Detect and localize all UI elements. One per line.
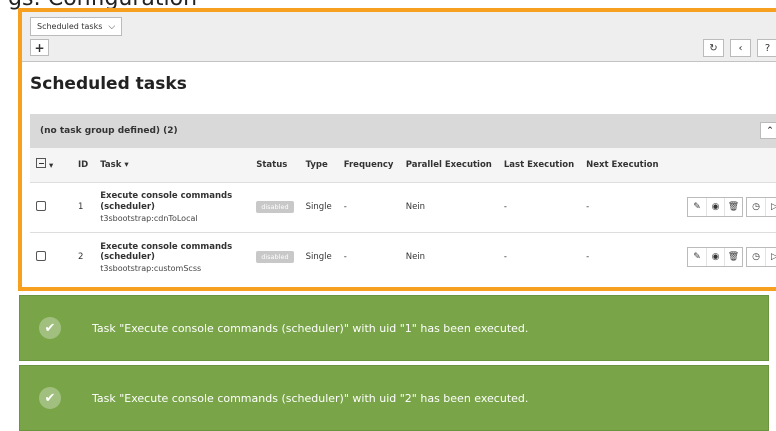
row-last: - — [503, 252, 507, 263]
success-alert: ✔ Task "Execute console commands (schedu… — [19, 295, 769, 361]
row-id: 1 — [78, 202, 84, 212]
add-task-button[interactable]: + — [30, 39, 49, 56]
reload-icon[interactable]: ↻ — [703, 39, 724, 57]
task-group-title: (no task group defined) (2) — [40, 126, 178, 136]
row-checkbox[interactable] — [36, 250, 46, 261]
doc-header: Scheduled tasks ⌵ + ↻ ‹ ? — [22, 12, 776, 62]
row-type: Single — [305, 202, 332, 212]
row-last: - — [503, 202, 507, 212]
row-checkbox[interactable] — [36, 200, 46, 211]
alert-message: Task "Execute console commands (schedule… — [92, 321, 529, 335]
select-menu-caret-icon[interactable]: ▾ — [49, 161, 53, 171]
success-alert: ✔ Task "Execute console commands (schedu… — [19, 365, 769, 431]
trash-icon[interactable]: 🗑 — [724, 198, 742, 216]
row-frequency: - — [343, 252, 347, 263]
status-badge: disabled — [256, 251, 294, 264]
row-actions: ✎ ◉ 🗑 ◷ ▷ — [678, 247, 776, 268]
col-parallel: Parallel Execution — [405, 159, 492, 170]
col-status: Status — [256, 159, 288, 170]
col-last: Last Execution — [503, 159, 575, 170]
alert-message: Task "Execute console commands (schedule… — [92, 391, 529, 405]
col-next: Next Execution — [586, 159, 659, 170]
status-badge: disabled — [256, 201, 294, 213]
page-title: Scheduled tasks — [30, 74, 187, 94]
task-subtitle: t3sbootstrap:cdnToLocal — [100, 213, 198, 223]
checkmark-icon: ✔ — [39, 387, 61, 409]
task-title[interactable]: Execute console commands (scheduler) — [100, 242, 244, 263]
edit-actions: ✎ ◉ 🗑 — [687, 197, 743, 217]
trash-icon[interactable]: 🗑 — [724, 248, 742, 267]
clock-icon[interactable]: ◷ — [747, 198, 765, 216]
row-type: Single — [305, 252, 332, 263]
module-select-label: Scheduled tasks — [37, 22, 103, 31]
share-icon[interactable]: ‹ — [730, 39, 751, 57]
select-all-checkbox[interactable] — [36, 158, 46, 169]
row-next: - — [586, 252, 590, 263]
table-row: 1 Execute console commands (scheduler) t… — [30, 182, 776, 232]
table-row: 2 Execute console commands (scheduler) t… — [30, 232, 776, 282]
scheduler-module-frame: Scheduled tasks ⌵ + ↻ ‹ ? Scheduled task… — [18, 8, 776, 291]
col-frequency: Frequency — [343, 159, 394, 170]
edit-actions: ✎ ◉ 🗑 — [687, 247, 743, 268]
play-icon[interactable]: ▷ — [765, 198, 776, 216]
row-next: - — [586, 202, 590, 212]
task-title[interactable]: Execute console commands (scheduler) — [100, 191, 244, 212]
task-subtitle: t3sbootstrap:customScss — [100, 263, 202, 273]
play-icon[interactable]: ▷ — [765, 248, 776, 267]
tasks-table: ▾ ID Task ▾ Status Type Frequency Parall… — [30, 148, 776, 282]
table-header-row: ▾ ID Task ▾ Status Type Frequency Parall… — [30, 148, 776, 182]
chevron-up-icon[interactable]: ⌃ — [760, 122, 776, 139]
row-actions: ✎ ◉ 🗑 ◷ ▷ — [678, 197, 776, 217]
row-parallel: Nein — [405, 252, 426, 263]
col-actions — [672, 148, 776, 182]
row-parallel: Nein — [405, 202, 426, 212]
pencil-icon[interactable]: ✎ — [688, 248, 706, 266]
header-actions: ↻ ‹ ? — [703, 39, 776, 57]
toggle-icon[interactable]: ◉ — [706, 248, 724, 267]
sort-caret-icon: ▾ — [124, 159, 129, 170]
col-type: Type — [305, 159, 328, 170]
chevron-down-icon: ⌵ — [108, 21, 116, 32]
task-group-panel: (no task group defined) (2) ⌃ ▾ ID Task … — [30, 114, 776, 282]
row-id: 2 — [78, 252, 84, 263]
help-button[interactable]: ? — [757, 39, 776, 57]
clock-icon[interactable]: ◷ — [747, 248, 765, 266]
run-actions: ◷ ▷ — [746, 247, 776, 268]
col-task[interactable]: Task ▾ — [94, 148, 250, 182]
toggle-icon[interactable]: ◉ — [706, 198, 724, 216]
task-group-header[interactable]: (no task group defined) (2) ⌃ — [30, 114, 776, 148]
module-menu-select[interactable]: Scheduled tasks ⌵ — [30, 17, 123, 36]
pencil-icon[interactable]: ✎ — [688, 198, 706, 216]
col-id: ID — [78, 159, 89, 170]
run-actions: ◷ ▷ — [746, 197, 776, 217]
row-frequency: - — [343, 202, 347, 212]
checkmark-icon: ✔ — [39, 317, 61, 339]
